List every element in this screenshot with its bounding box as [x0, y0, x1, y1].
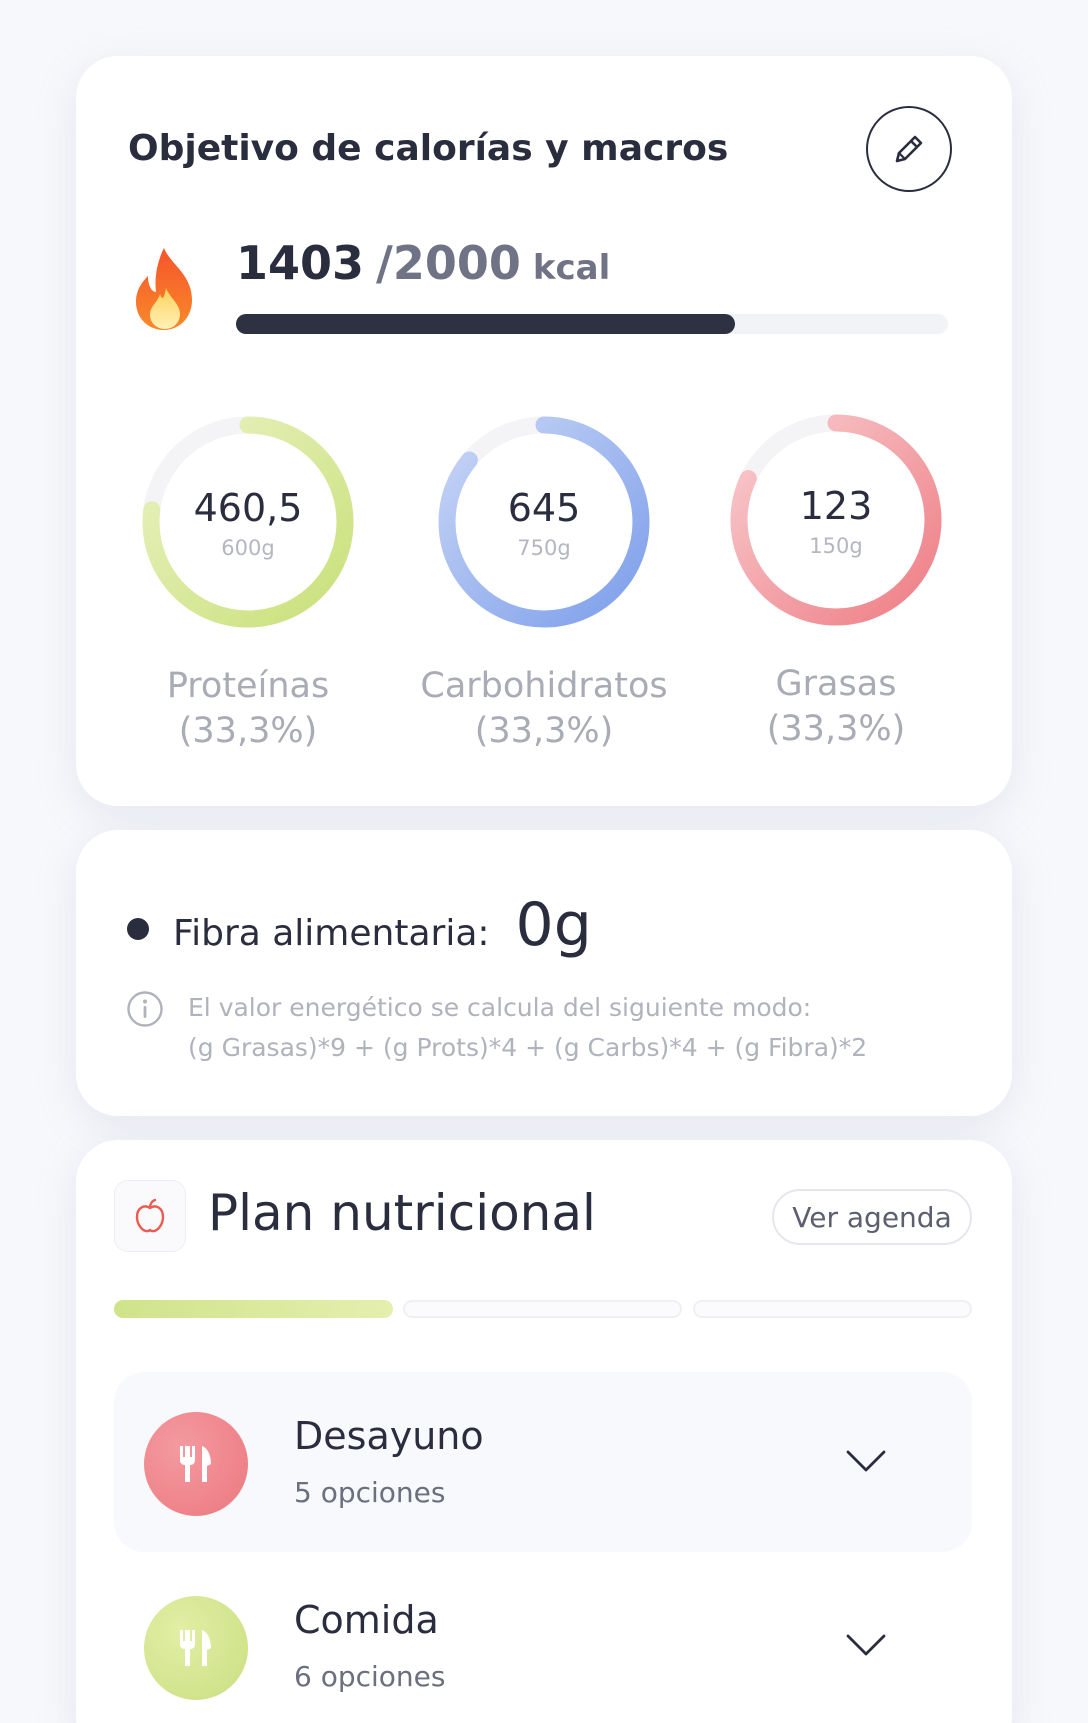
protein-percent: (33,3%) — [178, 711, 318, 751]
fats-label: Grasas (33,3%) — [686, 662, 986, 752]
fiber-label: Fibra alimentaria: — [173, 913, 490, 954]
meal-icon-circle — [144, 1412, 248, 1516]
fiber-row: Fibra alimentaria: 0g — [173, 890, 592, 960]
carbs-name: Carbohidratos — [420, 666, 668, 706]
fiber-value: 0g — [515, 890, 592, 960]
kcal-progress-fill — [236, 314, 736, 334]
calories-card-title: Objetivo de calorías y macros — [128, 128, 729, 169]
meal-name: Desayuno — [294, 1414, 484, 1458]
meal-item-comida[interactable]: Comida 6 opciones — [114, 1556, 972, 1723]
bullet-dot — [127, 918, 149, 940]
fats-name: Grasas — [775, 664, 897, 704]
plan-step-2 — [403, 1300, 682, 1318]
fats-goal: 150g — [809, 534, 863, 558]
protein-value: 460,5 — [193, 486, 303, 530]
meal-options-count: 5 opciones — [294, 1476, 446, 1509]
energy-formula-info: El valor energético se calcula del sigui… — [188, 988, 968, 1068]
apple-icon — [135, 1198, 165, 1233]
carbs-goal: 750g — [517, 536, 571, 560]
cutlery-icon — [180, 1630, 211, 1666]
kcal-current: 1403 — [236, 236, 365, 290]
calories-macros-card: Objetivo de calorías y macros 1403 /2000… — [76, 56, 1012, 806]
cutlery-icon — [180, 1446, 211, 1482]
protein-label: Proteínas (33,3%) — [98, 664, 398, 754]
fats-value: 123 — [799, 484, 873, 528]
view-agenda-button[interactable]: Ver agenda — [772, 1189, 972, 1245]
kcal-summary: 1403 /2000 kcal — [236, 236, 610, 290]
plan-step-1 — [114, 1300, 393, 1318]
chevron-down-icon[interactable] — [844, 1630, 888, 1660]
fats-ring: 123 150g — [716, 400, 956, 640]
meal-name: Comida — [294, 1598, 439, 1642]
carbs-value: 645 — [507, 486, 581, 530]
plan-step-indicator — [114, 1300, 972, 1318]
apple-icon-box — [114, 1180, 186, 1252]
pencil-icon — [895, 135, 923, 163]
info-line-1: El valor energético se calcula del sigui… — [188, 993, 812, 1022]
fiber-card: Fibra alimentaria: 0g El valor energétic… — [76, 830, 1012, 1116]
chevron-down-icon[interactable] — [844, 1446, 888, 1476]
carbs-percent: (33,3%) — [474, 711, 614, 751]
kcal-unit: kcal — [532, 248, 611, 288]
plan-step-3 — [693, 1300, 972, 1318]
protein-name: Proteínas — [166, 666, 330, 706]
meal-options-count: 6 opciones — [294, 1660, 446, 1693]
fire-icon — [136, 248, 192, 330]
plan-title: Plan nutricional — [208, 1184, 596, 1242]
meal-item-desayuno[interactable]: Desayuno 5 opciones — [114, 1372, 972, 1552]
kcal-goal: /2000 — [376, 236, 521, 290]
protein-ring: 460,5 600g — [128, 402, 368, 642]
kcal-progress-bar — [236, 314, 948, 334]
info-icon — [127, 991, 163, 1027]
meal-icon-circle — [144, 1596, 248, 1700]
protein-goal: 600g — [221, 536, 275, 560]
nutrition-plan-card: Plan nutricional Ver agenda Desayuno 5 o… — [76, 1140, 1012, 1723]
edit-goals-button[interactable] — [866, 106, 952, 192]
carbs-ring: 645 750g — [424, 402, 664, 642]
fats-percent: (33,3%) — [766, 709, 906, 749]
info-line-2: (g Grasas)*9 + (g Prots)*4 + (g Carbs)*4… — [188, 1033, 868, 1062]
carbs-label: Carbohidratos (33,3%) — [394, 664, 694, 754]
